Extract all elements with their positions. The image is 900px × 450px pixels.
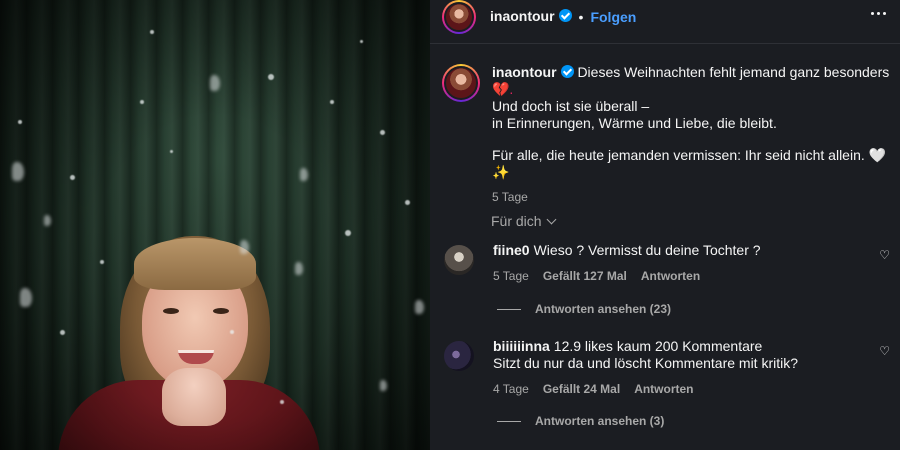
reply-button[interactable]: Antworten [634, 381, 693, 398]
snowflake [415, 300, 424, 314]
snowflake [345, 230, 351, 236]
comment-text-line: fiine0 Wieso ? Vermisst du deine Tochter … [493, 242, 761, 259]
comment-text-line: biiiiiinna 12.9 likes kaum 200 Kommentare [493, 338, 798, 355]
snowflake [210, 75, 220, 91]
caption-time[interactable]: 5 Tage [492, 189, 892, 206]
view-replies-label: Antworten ansehen (3) [535, 414, 665, 428]
snowflake [405, 200, 410, 205]
comment-meta: 5 Tage Gefällt 127 Mal Antworten [493, 268, 761, 285]
snowflake [230, 330, 234, 334]
comment-sort-dropdown[interactable]: Für dich [491, 213, 557, 229]
header-divider [430, 43, 900, 44]
separator-dot: • [578, 8, 584, 25]
caption-text-4: Für alle, die heute jemanden vermissen: … [492, 147, 865, 163]
view-replies-label: Antworten ansehen (23) [535, 302, 672, 316]
caption-emoji-line: 💔. [492, 81, 892, 98]
comment-text-line-2: Sitzt du nur da und löscht Kommentare mi… [493, 355, 799, 371]
caption-line-4: Für alle, die heute jemanden vermissen: … [492, 147, 892, 181]
replies-line [497, 420, 521, 422]
post-photo[interactable] [0, 0, 430, 450]
verified-badge-icon [560, 65, 574, 78]
post-side-panel: inaontour • Folgen inaontour Dieses Weih… [430, 0, 900, 450]
caption-avatar[interactable] [442, 64, 480, 102]
comment-body: biiiiiinna 12.9 likes kaum 200 Kommentare… [493, 338, 798, 398]
commenter-avatar[interactable] [444, 341, 474, 371]
snowflake [240, 240, 249, 254]
commenter-username[interactable]: biiiiiinna [493, 338, 550, 354]
author-avatar[interactable] [442, 0, 476, 34]
snowflake [100, 260, 104, 264]
comment-text: 12.9 likes kaum 200 Kommentare [553, 338, 763, 354]
comment-meta: 4 Tage Gefällt 24 Mal Antworten [493, 381, 798, 398]
caption-line-1: inaontour Dieses Weihnachten fehlt jeman… [492, 64, 892, 81]
snowflake [44, 215, 51, 226]
chevron-down-icon [546, 214, 557, 224]
snowflake [170, 150, 173, 153]
follow-button[interactable]: Folgen [590, 9, 636, 25]
comment-likes[interactable]: Gefällt 127 Mal [543, 268, 627, 285]
snowflake [330, 100, 334, 104]
snowflake [60, 330, 65, 335]
caption-text-2: Und doch ist sie überall – [492, 98, 650, 114]
comment-time[interactable]: 4 Tage [493, 381, 529, 398]
snowflake [20, 288, 32, 307]
comment-body: fiine0 Wieso ? Vermisst du deine Tochter … [493, 242, 761, 285]
caption-text-3: in Erinnerungen, Wärme und Liebe, die bl… [492, 115, 777, 131]
post-header: inaontour • Folgen [430, 0, 900, 34]
snowflake [18, 120, 22, 124]
sort-label: Für dich [491, 213, 542, 229]
header-username[interactable]: inaontour [490, 8, 555, 24]
comment-time[interactable]: 5 Tage [493, 268, 529, 285]
snowflake [70, 175, 75, 180]
post-caption: inaontour Dieses Weihnachten fehlt jeman… [442, 64, 892, 206]
snowflake [295, 262, 303, 275]
commenter-username[interactable]: fiine0 [493, 242, 530, 258]
snowflake [380, 380, 387, 391]
verified-badge-icon [558, 8, 572, 22]
caption-username[interactable]: inaontour [492, 64, 557, 80]
snowflake [280, 400, 284, 404]
replies-line [497, 308, 521, 310]
snowflake [300, 168, 308, 181]
snowflake [140, 100, 144, 104]
post-viewer: inaontour • Folgen inaontour Dieses Weih… [0, 0, 900, 450]
more-options-icon[interactable] [871, 12, 886, 15]
broken-heart-emoji: 💔. [492, 81, 514, 97]
snowflake [150, 30, 154, 34]
commenter-avatar[interactable] [444, 245, 474, 275]
snowflake [360, 40, 363, 43]
heart-outline-icon[interactable]: ♡ [879, 248, 890, 262]
heart-outline-icon[interactable]: ♡ [879, 344, 890, 358]
snowflake [380, 130, 385, 135]
comment-text: Wieso ? Vermisst du deine Tochter ? [533, 242, 761, 258]
comment-item: biiiiiinna 12.9 likes kaum 200 Kommentare… [444, 338, 894, 398]
comment-likes[interactable]: Gefällt 24 Mal [543, 381, 620, 398]
caption-text-1: Dieses Weihnachten fehlt jemand ganz bes… [577, 64, 890, 80]
comment-item: fiine0 Wieso ? Vermisst du deine Tochter … [444, 242, 894, 285]
header-username-wrap: inaontour [490, 8, 572, 26]
photo-vignette [0, 0, 430, 450]
snowflake [12, 162, 24, 181]
snowflake [268, 74, 274, 80]
view-replies-button[interactable]: Antworten ansehen (3) [497, 414, 664, 428]
caption-body: inaontour Dieses Weihnachten fehlt jeman… [492, 64, 892, 206]
reply-button[interactable]: Antworten [641, 268, 700, 285]
view-replies-button[interactable]: Antworten ansehen (23) [497, 302, 671, 316]
